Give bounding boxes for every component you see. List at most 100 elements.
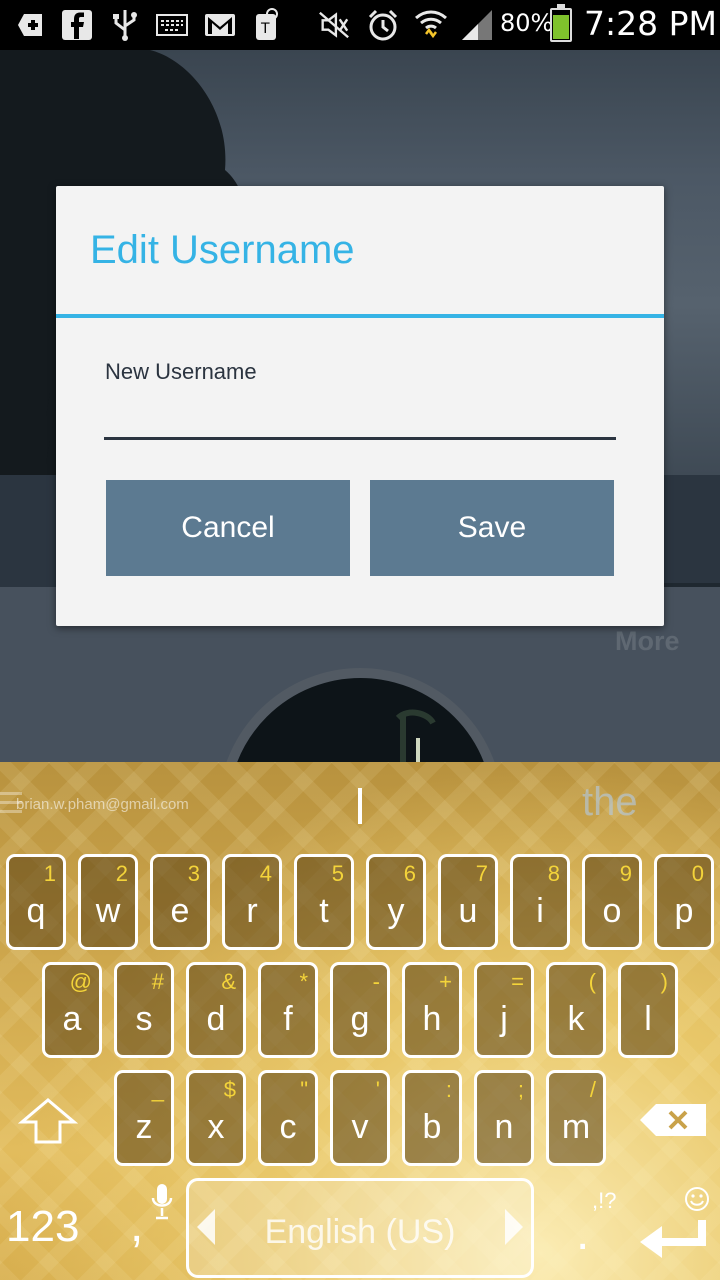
key-secondary-symbol: #: [151, 969, 164, 994]
comma-key[interactable]: ,: [130, 1198, 143, 1253]
key-label: s: [135, 1000, 153, 1038]
battery-level-fill: [553, 15, 569, 39]
key-n[interactable]: ; n: [474, 1070, 534, 1166]
soft-keyboard: brian.w.pham@gmail.com the 1q2w3e4r5t6y7…: [0, 762, 720, 1280]
battery-icon: [550, 4, 572, 42]
key-label: i: [536, 892, 544, 930]
key-secondary-symbol: 1: [43, 861, 56, 886]
key-label: v: [351, 1108, 369, 1146]
space-key-language-label: English (US): [264, 1213, 456, 1251]
key-secondary-symbol: :: [445, 1077, 452, 1102]
key-label: f: [283, 1000, 293, 1038]
dialog-title-divider: [56, 314, 664, 318]
silent-mode-icon: [317, 8, 351, 42]
key-z[interactable]: _ z: [114, 1070, 174, 1166]
key-label: c: [279, 1108, 297, 1146]
key-secondary-symbol: -: [372, 969, 380, 994]
symbols-key[interactable]: 123: [6, 1202, 79, 1252]
key-s[interactable]: # s: [114, 962, 174, 1058]
delete-key-icon[interactable]: [638, 1102, 708, 1138]
key-label: j: [500, 1000, 508, 1038]
key-label: l: [644, 1000, 652, 1038]
svg-text:T: T: [260, 21, 270, 37]
signal-icon: [460, 8, 494, 42]
key-label: a: [62, 1000, 82, 1038]
key-label: q: [26, 892, 46, 930]
key-label: r: [246, 892, 258, 930]
key-label: y: [387, 892, 405, 930]
key-p[interactable]: 0p: [654, 854, 714, 950]
key-label: x: [207, 1108, 225, 1146]
key-j[interactable]: = j: [474, 962, 534, 1058]
key-label: d: [206, 1000, 226, 1038]
key-label: e: [170, 892, 190, 930]
suggestion-email[interactable]: brian.w.pham@gmail.com: [16, 796, 189, 813]
key-label: b: [422, 1108, 442, 1146]
key-secondary-symbol: @: [69, 969, 92, 994]
key-secondary-symbol: $: [223, 1077, 236, 1102]
key-q[interactable]: 1q: [6, 854, 66, 950]
space-key[interactable]: English (US): [186, 1178, 534, 1278]
key-l[interactable]: ) l: [618, 962, 678, 1058]
wifi-icon: [414, 8, 448, 42]
key-g[interactable]: -g: [330, 962, 390, 1058]
key-label: z: [135, 1108, 153, 1146]
key-e[interactable]: 3e: [150, 854, 210, 950]
key-secondary-symbol: *: [299, 969, 308, 994]
key-c[interactable]: " c: [258, 1070, 318, 1166]
key-label: k: [567, 1000, 585, 1038]
key-y[interactable]: 6y: [366, 854, 426, 950]
suggestion-bar: brian.w.pham@gmail.com the: [0, 762, 720, 848]
key-secondary-symbol: ': [375, 1077, 380, 1102]
dialog-title: Edit Username: [90, 228, 355, 272]
key-a[interactable]: @ a: [42, 962, 102, 1058]
key-label: m: [561, 1108, 591, 1146]
clock: 7:28 PM: [584, 4, 717, 43]
microphone-icon[interactable]: [150, 1182, 174, 1222]
language-right-arrow-icon: [505, 1209, 523, 1245]
suggestion-word[interactable]: the: [582, 780, 638, 825]
key-h[interactable]: + h: [402, 962, 462, 1058]
key-label: p: [674, 892, 694, 930]
more-link[interactable]: More: [615, 626, 680, 657]
key-secondary-symbol: =: [511, 969, 524, 994]
save-button[interactable]: Save: [370, 480, 614, 576]
key-secondary-symbol: 5: [331, 861, 344, 886]
period-key[interactable]: .: [576, 1206, 589, 1261]
key-v[interactable]: ' v: [330, 1070, 390, 1166]
key-label: u: [458, 892, 478, 930]
key-m[interactable]: / m: [546, 1070, 606, 1166]
key-label: w: [95, 892, 121, 930]
shift-key-icon[interactable]: [18, 1096, 78, 1146]
key-secondary-symbol: 3: [187, 861, 200, 886]
tmobile-icon: T: [250, 8, 284, 42]
key-k[interactable]: (k: [546, 962, 606, 1058]
key-secondary-symbol: 8: [547, 861, 560, 886]
key-b[interactable]: :b: [402, 1070, 462, 1166]
key-r[interactable]: 4r: [222, 854, 282, 950]
key-i[interactable]: 8i: [510, 854, 570, 950]
key-d[interactable]: & d: [186, 962, 246, 1058]
punctuation-hint: ,!?: [592, 1188, 617, 1213]
key-x[interactable]: $ x: [186, 1070, 246, 1166]
key-secondary-symbol: /: [589, 1077, 596, 1102]
key-label: t: [319, 892, 329, 930]
key-secondary-symbol: +: [439, 969, 452, 994]
key-w[interactable]: 2w: [78, 854, 138, 950]
key-secondary-symbol: 2: [115, 861, 128, 886]
new-username-input[interactable]: [104, 400, 616, 440]
key-t[interactable]: 5t: [294, 854, 354, 950]
key-f[interactable]: * f: [258, 962, 318, 1058]
alarm-icon: [366, 8, 400, 42]
keyboard-icon: [155, 8, 189, 42]
key-secondary-symbol: 0: [691, 861, 704, 886]
emoji-icon[interactable]: [684, 1186, 710, 1212]
key-u[interactable]: 7u: [438, 854, 498, 950]
key-secondary-symbol: 4: [259, 861, 272, 886]
key-o[interactable]: 9o: [582, 854, 642, 950]
cancel-button[interactable]: Cancel: [106, 480, 350, 576]
key-secondary-symbol: 9: [619, 861, 632, 886]
edit-username-dialog: Edit Username New Username Cancel Save: [56, 186, 664, 626]
facebook-icon: [60, 8, 94, 42]
enter-key-icon[interactable]: [636, 1218, 710, 1264]
